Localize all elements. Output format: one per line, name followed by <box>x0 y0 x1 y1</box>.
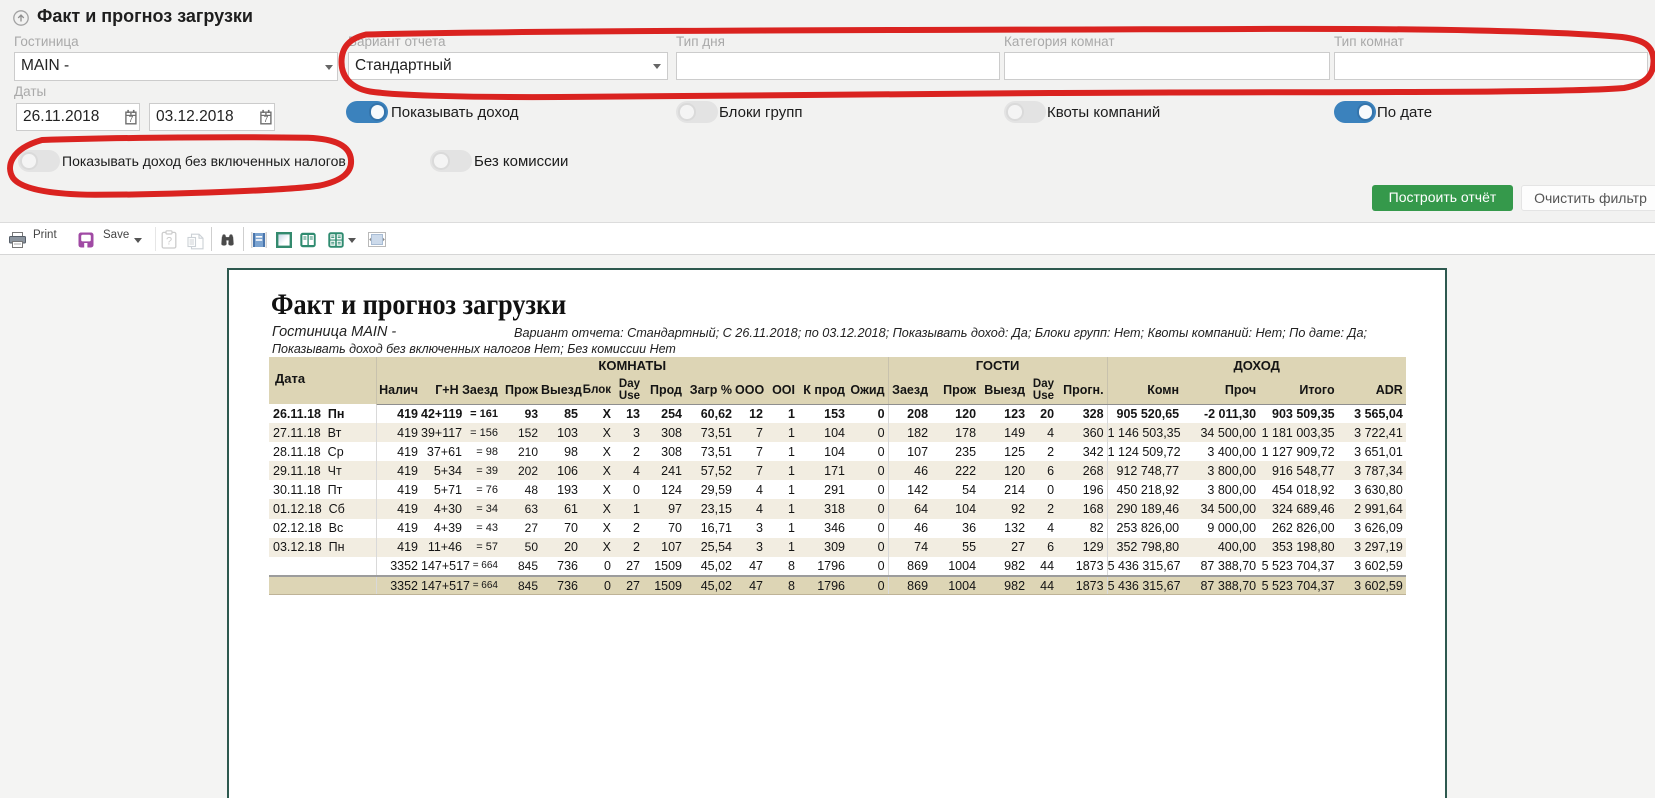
svg-text:7: 7 <box>129 114 134 124</box>
svg-text:7: 7 <box>264 114 269 124</box>
svg-text:?: ? <box>166 236 172 248</box>
